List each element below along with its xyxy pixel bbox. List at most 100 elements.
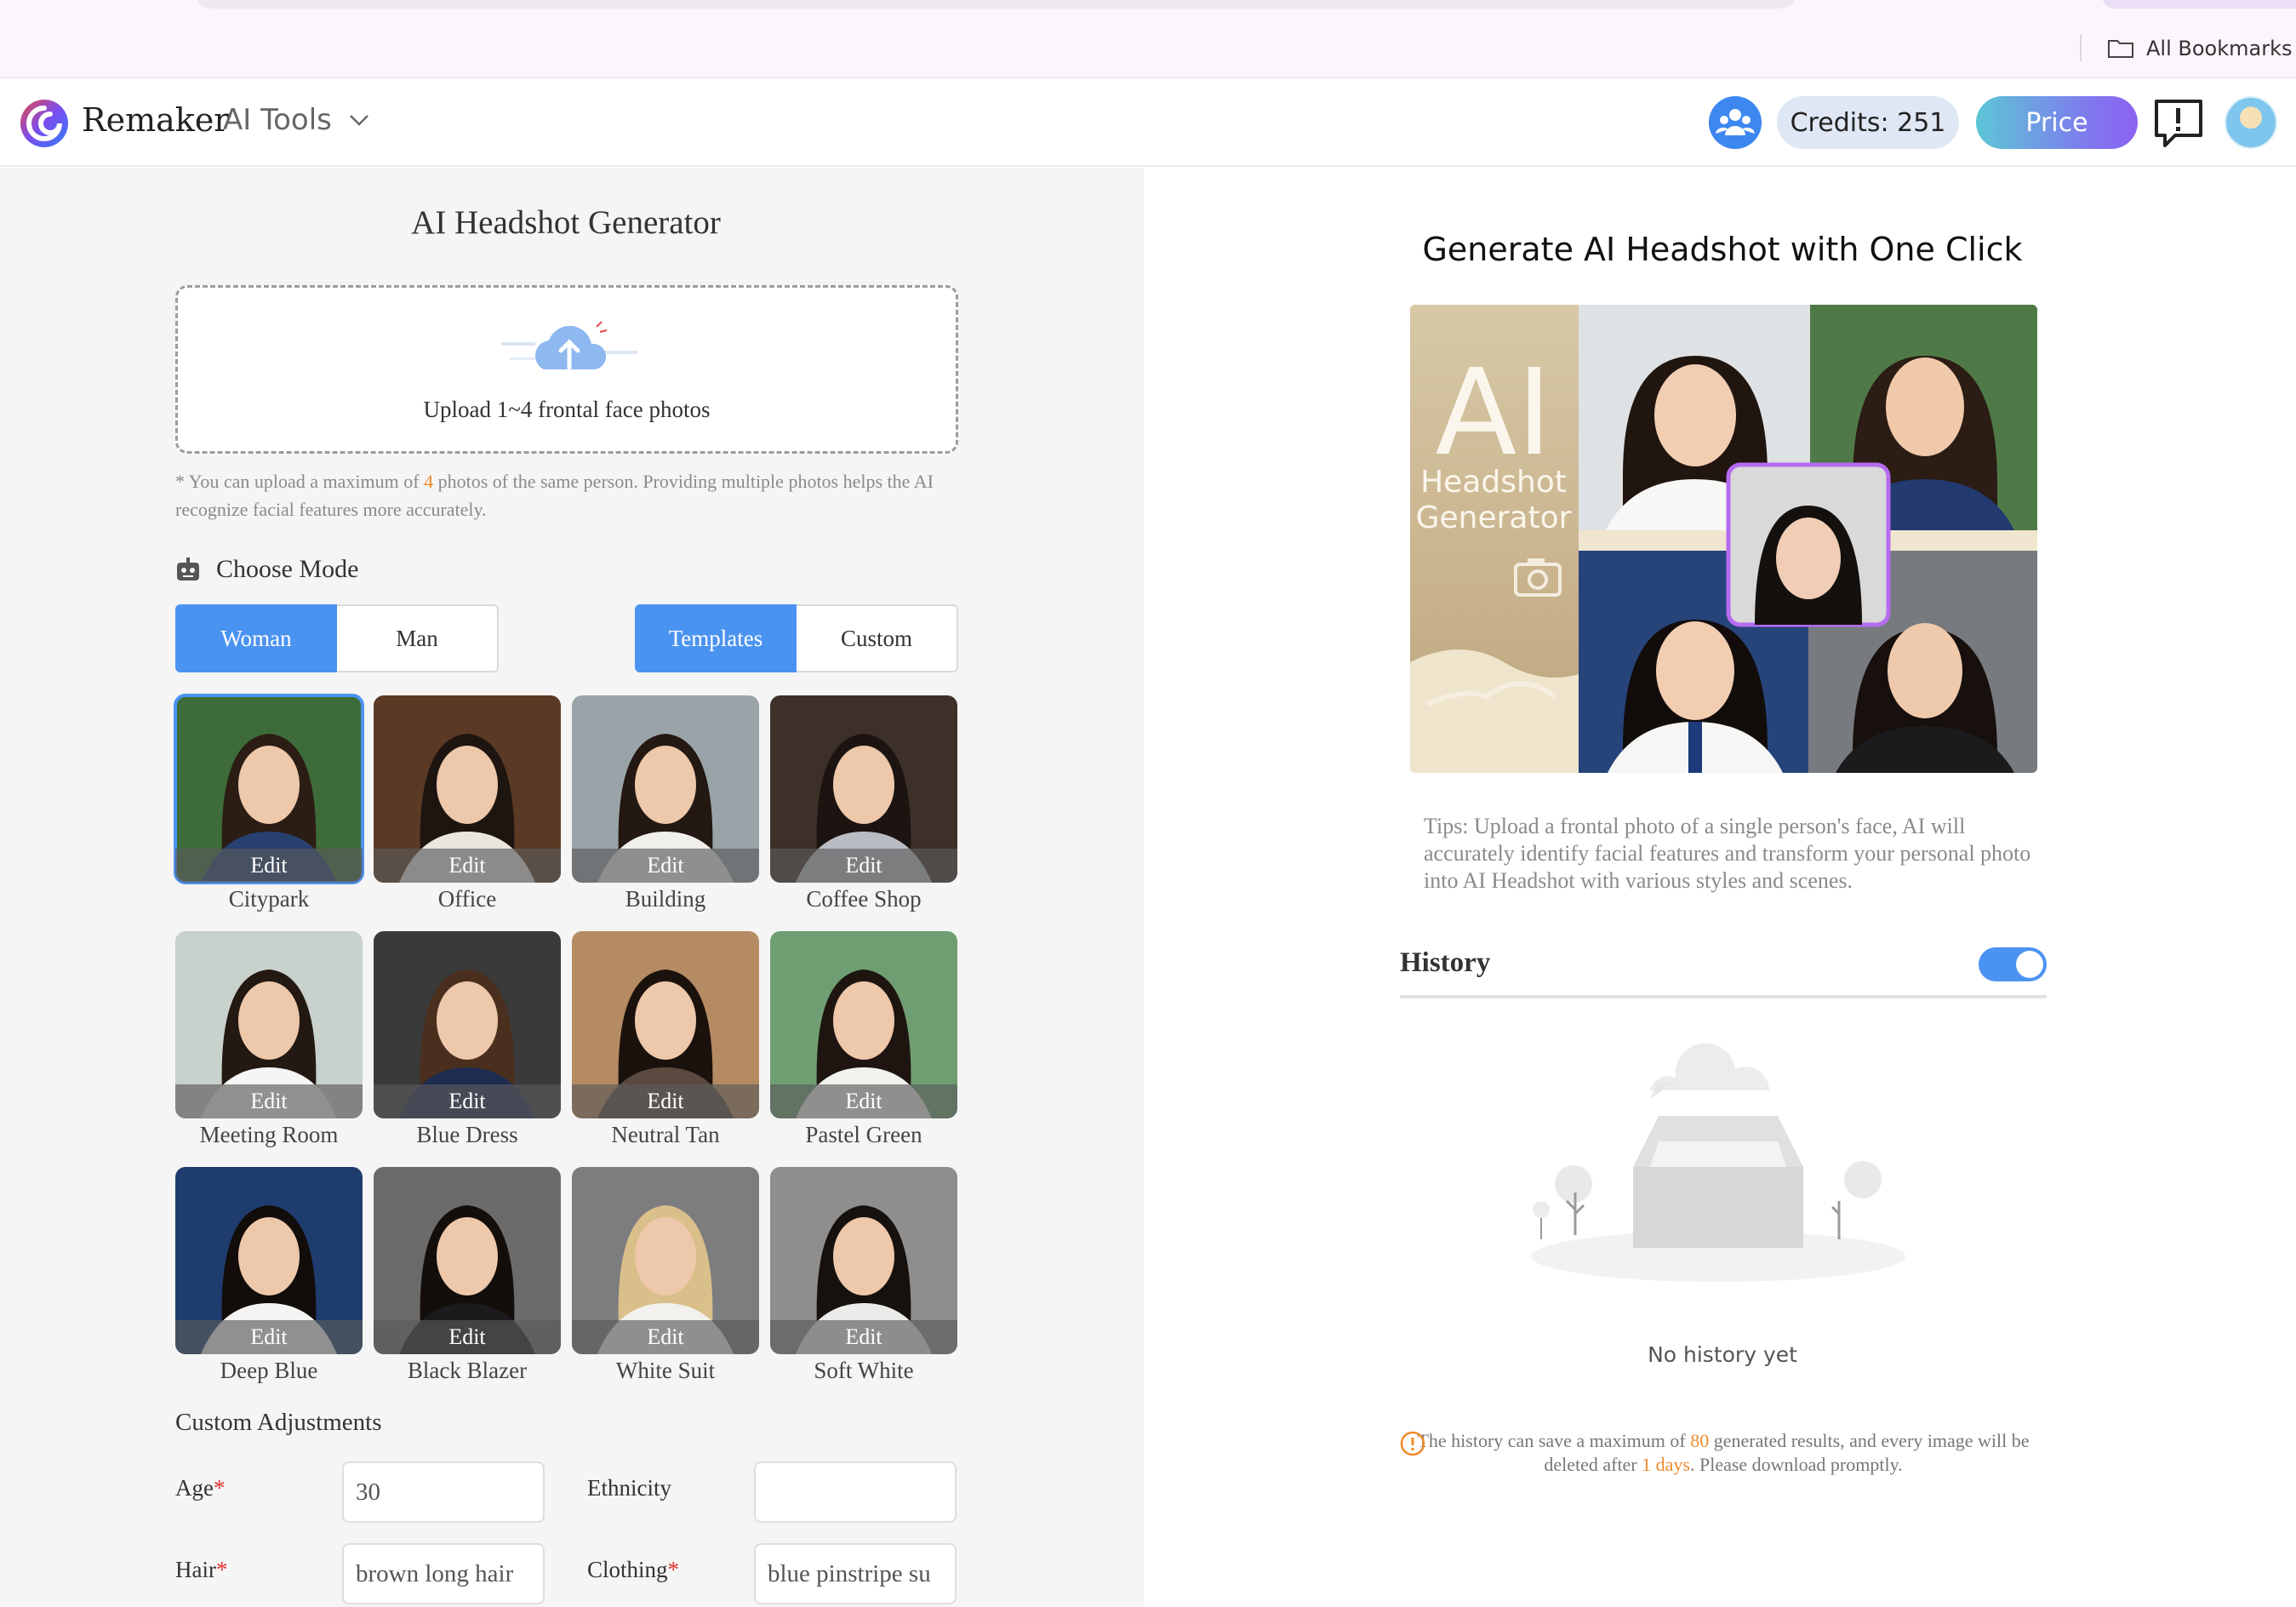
age-input[interactable]: 30 xyxy=(342,1461,545,1523)
tab-man[interactable]: Man xyxy=(337,604,499,672)
history-retention-note: The history can save a maximum of 80 gen… xyxy=(1400,1429,2047,1477)
ai-tools-menu[interactable]: AI Tools xyxy=(223,103,369,137)
tab-custom[interactable]: Custom xyxy=(797,604,958,672)
edit-template-button[interactable]: Edit xyxy=(374,1084,561,1118)
edit-template-button[interactable]: Edit xyxy=(374,1320,561,1354)
bookmarks-divider xyxy=(2080,34,2082,61)
generator-panel: AI Headshot Generator Upload 1~4 frontal… xyxy=(0,168,1144,1607)
template-label: Meeting Room xyxy=(199,1122,339,1147)
credits-badge[interactable]: Credits: 251 xyxy=(1777,96,1959,149)
edit-template-button[interactable]: Edit xyxy=(572,1320,759,1354)
template-label: Neutral Tan xyxy=(611,1122,720,1147)
template-thumbnail[interactable]: Edit xyxy=(572,1167,759,1354)
choose-mode-heading: Choose Mode xyxy=(175,552,359,586)
browser-toolbar-button[interactable] xyxy=(2102,0,2296,9)
edit-template-button[interactable]: Edit xyxy=(770,849,957,883)
edit-template-button[interactable]: Edit xyxy=(374,849,561,883)
promo-collage: AI Headshot Generator xyxy=(1410,305,2037,773)
hair-label: Hair* xyxy=(175,1557,228,1582)
cloud-upload-icon xyxy=(501,321,637,370)
clothing-input[interactable]: blue pinstripe su xyxy=(754,1543,957,1604)
template-card[interactable]: Edit Deep Blue xyxy=(175,1167,363,1390)
browser-bookmarks-bar: All Bookmarks xyxy=(0,0,2296,78)
edit-template-button[interactable]: Edit xyxy=(175,1320,363,1354)
remaker-logo-icon[interactable] xyxy=(19,98,70,149)
all-bookmarks-label: All Bookmarks xyxy=(2146,37,2293,60)
history-toggle[interactable] xyxy=(1979,947,2047,981)
template-label: Office xyxy=(437,886,497,912)
template-thumbnail[interactable]: Edit xyxy=(572,695,759,883)
template-card[interactable]: Edit Neutral Tan xyxy=(572,931,759,1154)
feedback-icon[interactable] xyxy=(2151,96,2206,151)
template-label: Black Blazer xyxy=(407,1358,528,1383)
promo-ai-text: AI xyxy=(1435,344,1551,483)
robot-icon xyxy=(177,558,199,580)
address-bar[interactable] xyxy=(196,0,1796,9)
brand-name[interactable]: Remaker xyxy=(82,101,229,139)
template-card[interactable]: Edit Pastel Green xyxy=(770,931,957,1154)
template-thumbnail[interactable]: Edit xyxy=(175,1167,363,1354)
template-card[interactable]: Edit Coffee Shop xyxy=(770,695,957,918)
template-card[interactable]: Edit Black Blazer xyxy=(374,1167,561,1390)
template-thumbnail[interactable]: Edit xyxy=(374,1167,561,1354)
ethnicity-input[interactable] xyxy=(754,1461,957,1523)
template-card[interactable]: Edit Blue Dress xyxy=(374,931,561,1154)
edit-template-button[interactable]: Edit xyxy=(572,849,759,883)
community-group-icon[interactable] xyxy=(1709,96,1762,149)
template-thumbnail[interactable]: Edit xyxy=(174,694,364,884)
promo-line-1: Headshot xyxy=(1420,465,1567,500)
app-header: Remaker AI Tools Credits: 251 Price xyxy=(0,79,2296,167)
template-card[interactable]: Edit Soft White xyxy=(770,1167,957,1390)
edit-template-button[interactable]: Edit xyxy=(572,1084,759,1118)
template-label: Coffee Shop xyxy=(806,886,922,912)
promo-title: Generate AI Headshot with One Click xyxy=(1422,231,2023,268)
template-card[interactable]: Edit Office xyxy=(374,695,561,918)
custom-adjustments-heading: Custom Adjustments xyxy=(175,1409,382,1436)
template-thumbnail[interactable]: Edit xyxy=(572,931,759,1118)
template-thumbnail[interactable]: Edit xyxy=(770,1167,957,1354)
edit-template-button[interactable]: Edit xyxy=(770,1084,957,1118)
template-thumbnail[interactable]: Edit xyxy=(374,931,561,1118)
tab-templates[interactable]: Templates xyxy=(635,604,797,672)
price-button[interactable]: Price xyxy=(1976,96,2138,149)
history-title: History xyxy=(1400,947,1491,978)
tips-text: Tips: Upload a frontal photo of a single… xyxy=(1424,814,2031,893)
preview-panel: Generate AI Headshot with One Click AI H… xyxy=(1144,168,2296,1607)
page-title: AI Headshot Generator xyxy=(411,204,721,241)
age-label: Age* xyxy=(175,1475,226,1501)
upload-instructions: Upload 1~4 frontal face photos xyxy=(423,397,711,422)
history-retention-days: 1 days xyxy=(1642,1454,1690,1475)
template-label: Citypark xyxy=(228,886,310,912)
tab-woman[interactable]: Woman xyxy=(175,604,337,672)
history-header: History xyxy=(1400,947,2047,998)
toggle-knob xyxy=(2016,951,2043,978)
edit-template-button[interactable]: Edit xyxy=(175,849,363,883)
ethnicity-label: Ethnicity xyxy=(587,1475,671,1501)
upload-max-count: 4 xyxy=(424,471,434,492)
user-avatar[interactable] xyxy=(2225,96,2277,149)
gender-toggle: Woman Man xyxy=(175,604,499,672)
all-bookmarks-button[interactable]: All Bookmarks xyxy=(2107,32,2292,65)
promo-collage-image: AI Headshot Generator xyxy=(1410,305,2037,773)
template-thumbnail[interactable]: Edit xyxy=(374,695,561,883)
mode-toggle: Templates Custom xyxy=(635,604,958,672)
upload-note: * You can upload a maximum of 4 photos o… xyxy=(175,471,934,520)
template-card[interactable]: Edit Meeting Room xyxy=(175,931,363,1154)
template-label: Building xyxy=(625,886,706,912)
template-card[interactable]: Edit White Suit xyxy=(572,1167,759,1390)
template-label: White Suit xyxy=(615,1358,716,1383)
template-thumbnail[interactable]: Edit xyxy=(175,931,363,1118)
template-label: Deep Blue xyxy=(220,1358,318,1383)
edit-template-button[interactable]: Edit xyxy=(175,1084,363,1118)
chevron-down-icon xyxy=(349,115,368,126)
template-label: Pastel Green xyxy=(805,1122,922,1147)
edit-template-button[interactable]: Edit xyxy=(770,1320,957,1354)
hair-input[interactable]: brown long hair xyxy=(342,1543,545,1604)
history-max-count: 80 xyxy=(1690,1430,1710,1451)
photo-upload-dropzone[interactable]: Upload 1~4 frontal face photos xyxy=(175,285,958,454)
ai-tools-label: AI Tools xyxy=(223,103,332,137)
template-card[interactable]: Edit Citypark xyxy=(174,694,364,918)
template-thumbnail[interactable]: Edit xyxy=(770,695,957,883)
template-thumbnail[interactable]: Edit xyxy=(770,931,957,1118)
template-card[interactable]: Edit Building xyxy=(572,695,759,918)
